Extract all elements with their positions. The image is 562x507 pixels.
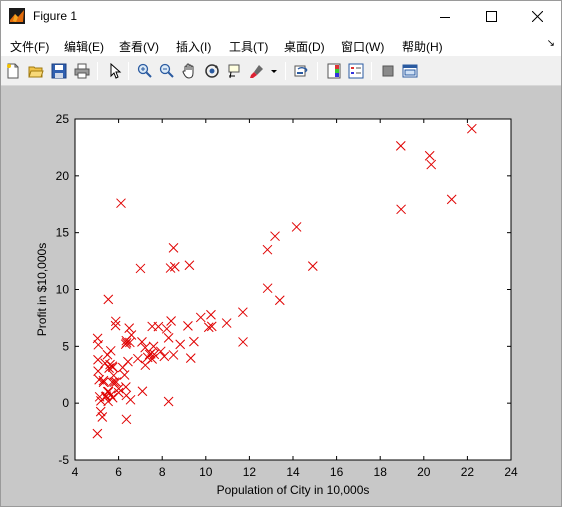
x-tick-label: 18 bbox=[374, 465, 388, 479]
maximize-button[interactable] bbox=[468, 1, 514, 32]
hide-plot-tools-icon bbox=[382, 65, 394, 77]
colorbar-icon bbox=[327, 63, 341, 79]
close-icon bbox=[531, 11, 543, 22]
x-tick-label: 10 bbox=[199, 465, 213, 479]
menu-desktop[interactable]: 桌面(D) bbox=[284, 38, 325, 55]
x-axis-label: Population of City in 10,000s bbox=[217, 483, 370, 497]
legend-icon bbox=[348, 63, 364, 79]
new-figure-button[interactable] bbox=[3, 61, 23, 81]
link-plot-icon bbox=[294, 65, 308, 77]
chevron-down-icon bbox=[271, 70, 277, 73]
brush-button[interactable] bbox=[247, 61, 267, 81]
menu-dock-arrow-icon[interactable]: ↘ bbox=[547, 38, 555, 49]
open-file-button[interactable] bbox=[26, 61, 46, 81]
pan-hand-icon bbox=[182, 63, 194, 79]
data-cursor-button[interactable] bbox=[225, 61, 245, 81]
toolbar-separator bbox=[97, 62, 98, 80]
title-bar: Figure 1 bbox=[1, 1, 561, 32]
x-tick-label: 14 bbox=[286, 465, 300, 479]
x-tick-label: 4 bbox=[72, 465, 79, 479]
y-tick-label: 5 bbox=[62, 339, 69, 353]
minimize-icon bbox=[440, 16, 450, 18]
y-tick-label: 25 bbox=[56, 112, 70, 126]
colorbar-button[interactable] bbox=[324, 61, 344, 81]
zoom-in-button[interactable] bbox=[135, 61, 155, 81]
new-figure-icon bbox=[7, 63, 19, 79]
figure-window: Figure 1 文件(F) 编辑(E) 查看(V) 插入(I) 工具(T) 桌… bbox=[0, 0, 562, 507]
show-plot-tools-button[interactable] bbox=[400, 61, 420, 81]
brush-dropdown-button[interactable] bbox=[268, 61, 280, 81]
y-tick-label: 0 bbox=[62, 396, 69, 410]
close-button[interactable] bbox=[514, 1, 560, 32]
rotate-3d-button[interactable] bbox=[202, 61, 222, 81]
link-plot-button[interactable] bbox=[292, 61, 312, 81]
toolbar-separator bbox=[371, 62, 372, 80]
open-file-icon bbox=[28, 66, 44, 78]
window-title: Figure 1 bbox=[33, 9, 78, 23]
figure-canvas: 4 6 8 10 12 14 16 18 20 22 24 -5 0 5 10 15 20 25 Populati… bbox=[1, 87, 561, 506]
toolbar-separator bbox=[317, 62, 318, 80]
save-icon bbox=[51, 63, 67, 79]
menu-tools[interactable]: 工具(T) bbox=[229, 38, 268, 55]
x-tick-label: 20 bbox=[417, 465, 431, 479]
save-button[interactable] bbox=[49, 61, 69, 81]
y-axis-label: Profit in $10,000s bbox=[35, 243, 49, 336]
menu-view[interactable]: 查看(V) bbox=[119, 38, 159, 55]
zoom-out-icon bbox=[159, 63, 174, 78]
print-button[interactable] bbox=[72, 61, 92, 81]
toolbar-separator bbox=[285, 62, 286, 80]
x-tick-label: 6 bbox=[115, 465, 122, 479]
zoom-out-button[interactable] bbox=[157, 61, 177, 81]
x-tick-label: 24 bbox=[504, 465, 518, 479]
menu-bar: 文件(F) 编辑(E) 查看(V) 插入(I) 工具(T) 桌面(D) 窗口(W… bbox=[1, 32, 561, 56]
data-cursor-icon bbox=[228, 64, 240, 79]
x-tick-label: 16 bbox=[330, 465, 344, 479]
pan-button[interactable] bbox=[179, 61, 199, 81]
toolbar-separator bbox=[128, 62, 129, 80]
brush-icon bbox=[250, 65, 263, 78]
show-plot-tools-icon bbox=[402, 64, 418, 78]
minimize-button[interactable] bbox=[422, 1, 468, 32]
y-tick-label: 10 bbox=[56, 283, 70, 297]
hide-plot-tools-button[interactable] bbox=[378, 61, 398, 81]
y-tick-label: -5 bbox=[58, 453, 69, 467]
pointer-button[interactable] bbox=[105, 61, 125, 81]
scatter-chart[interactable]: 4 6 8 10 12 14 16 18 20 22 24 -5 0 5 10 15 20 25 Populati… bbox=[1, 87, 561, 506]
menu-edit[interactable]: 编辑(E) bbox=[64, 38, 104, 55]
menu-file[interactable]: 文件(F) bbox=[10, 38, 49, 55]
legend-button[interactable] bbox=[346, 61, 366, 81]
menu-window[interactable]: 窗口(W) bbox=[341, 38, 384, 55]
rotate-3d-icon bbox=[205, 64, 219, 78]
figure-toolbar bbox=[1, 56, 561, 86]
y-tick-label: 20 bbox=[56, 169, 70, 183]
print-icon bbox=[74, 63, 90, 79]
menu-help[interactable]: 帮助(H) bbox=[402, 38, 443, 55]
axes-background bbox=[74, 118, 512, 461]
y-tick-label: 15 bbox=[56, 226, 70, 240]
pointer-icon bbox=[110, 63, 122, 79]
x-tick-label: 8 bbox=[159, 465, 166, 479]
matlab-logo-icon bbox=[9, 8, 25, 24]
zoom-in-icon bbox=[137, 63, 152, 78]
menu-insert[interactable]: 插入(I) bbox=[176, 38, 211, 55]
x-tick-label: 12 bbox=[243, 465, 257, 479]
x-tick-label: 22 bbox=[461, 465, 475, 479]
maximize-icon bbox=[485, 11, 497, 22]
